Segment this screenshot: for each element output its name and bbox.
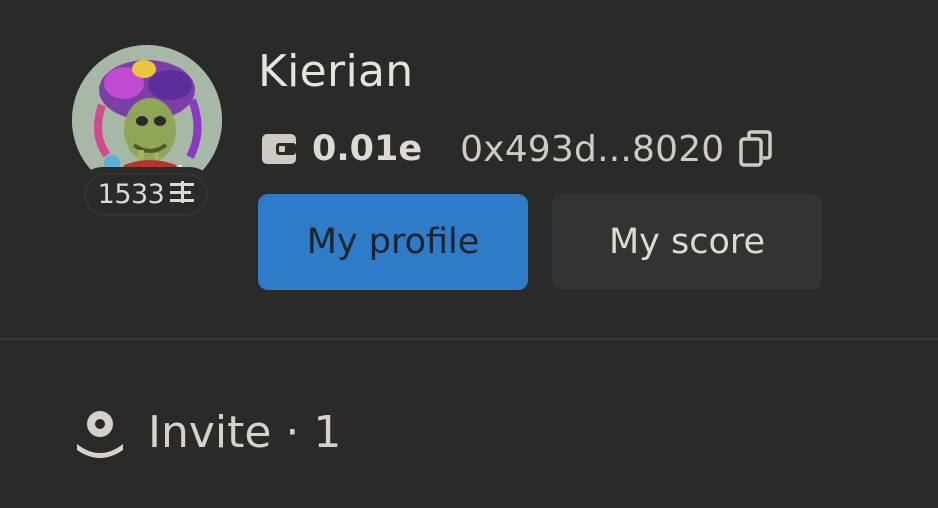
copy-icon[interactable] [738, 129, 774, 169]
my-score-button[interactable]: My score [552, 194, 822, 290]
my-profile-button[interactable]: My profile [258, 194, 528, 290]
wallet-icon [260, 130, 298, 168]
score-badge-inner: 1533 [83, 172, 209, 216]
wallet-address: 0x493d...8020 [460, 128, 725, 170]
invite-label: Invite · 1 [148, 406, 342, 458]
wallet-balance: 0.01e [312, 129, 423, 169]
score-badge[interactable]: 1533 [76, 167, 216, 221]
score-value: 1533 [97, 178, 165, 210]
username: Kierian [258, 46, 414, 97]
wallet-row: 0.01e 0x493d...8020 [260, 124, 774, 174]
invite-row[interactable]: Invite · 1 [74, 400, 341, 464]
profile-header: 1533 Kierian 0.01e 0x493d...8020 My prof… [0, 0, 938, 338]
invite-person-icon [74, 406, 126, 458]
section-divider [0, 338, 938, 340]
score-bars-icon [170, 181, 195, 207]
